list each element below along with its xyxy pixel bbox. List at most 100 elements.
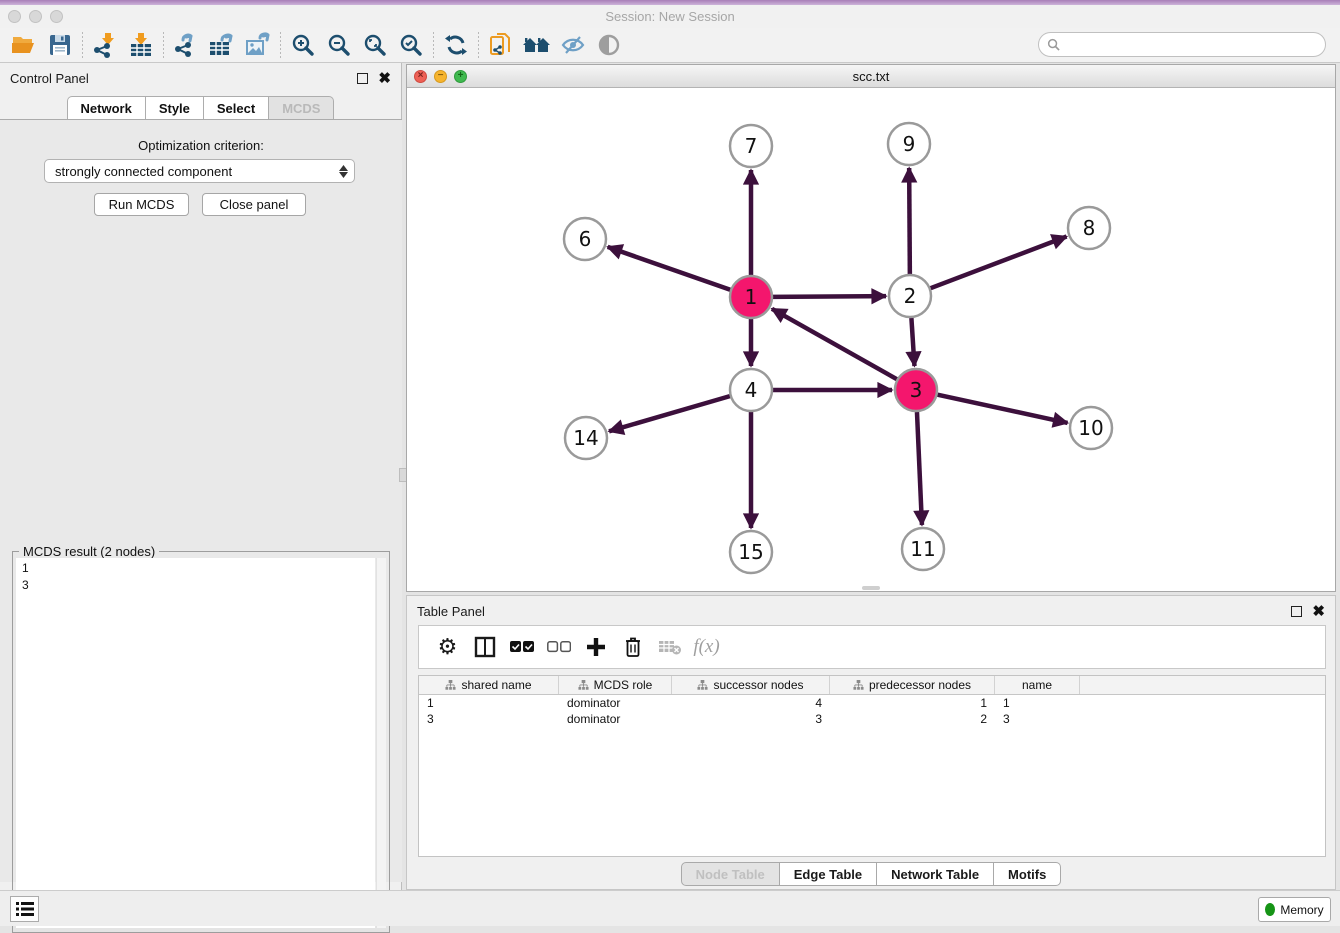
graph-edge-3-1[interactable] (772, 309, 897, 379)
cell-name[interactable]: 1 (995, 696, 1080, 710)
refresh-icon[interactable] (438, 30, 474, 60)
float-table-panel-icon[interactable] (1291, 606, 1302, 617)
tab-network-table[interactable]: Network Table (877, 862, 994, 886)
cell-mcds-role[interactable]: dominator (559, 712, 672, 726)
deselect-all-icon[interactable] (540, 629, 577, 665)
table-panel-title: Table Panel (417, 604, 485, 619)
tree-icon (697, 680, 708, 691)
graph-edge-3-10[interactable] (937, 395, 1067, 423)
table-panel: Table Panel ✖ ⚙ f(x) shared name (406, 595, 1336, 890)
graph-node-label: 4 (745, 378, 758, 402)
tab-edge-table[interactable]: Edge Table (780, 862, 877, 886)
column-header-name[interactable]: name (995, 676, 1080, 694)
table-toolbar: ⚙ f(x) (418, 625, 1326, 669)
tab-network[interactable]: Network (67, 96, 146, 119)
column-header-mcds-role[interactable]: MCDS role (559, 676, 672, 694)
toolbar-separator (163, 32, 164, 58)
mcds-result-group: MCDS result (2 nodes) 1 3 (12, 551, 390, 933)
graph-edge-3-11[interactable] (917, 412, 922, 525)
mcds-result-text[interactable]: 1 3 (16, 558, 375, 928)
control-panel: Control Panel ✖ Network Style Select MCD… (0, 63, 402, 890)
column-header-predecessor-nodes[interactable]: predecessor nodes (830, 676, 995, 694)
float-panel-icon[interactable] (357, 73, 368, 84)
result-scrollbar[interactable] (376, 558, 386, 928)
close-table-panel-icon[interactable]: ✖ (1312, 604, 1325, 619)
graph-edge-1-2[interactable] (773, 296, 886, 297)
graph-edge-2-9[interactable] (909, 168, 910, 274)
cell-predecessor-nodes[interactable]: 1 (830, 696, 995, 710)
hide-panel-eye-icon[interactable] (555, 30, 591, 60)
column-header-shared-name[interactable]: shared name (419, 676, 559, 694)
tree-icon (445, 680, 456, 691)
export-table-icon[interactable] (204, 30, 240, 60)
column-header-successor-nodes[interactable]: successor nodes (672, 676, 830, 694)
zoom-in-icon[interactable] (285, 30, 321, 60)
network-graph-canvas[interactable]: 7968124314101511 (407, 88, 1335, 591)
cell-shared-name[interactable]: 3 (419, 712, 559, 726)
mcds-result-title: MCDS result (2 nodes) (19, 544, 159, 559)
add-column-icon[interactable] (577, 629, 614, 665)
tab-select[interactable]: Select (204, 96, 269, 119)
zoom-out-icon[interactable] (321, 30, 357, 60)
cell-mcds-role[interactable]: dominator (559, 696, 672, 710)
export-image-icon[interactable] (240, 30, 276, 60)
tab-mcds[interactable]: MCDS (269, 96, 334, 119)
table-row[interactable]: 1 dominator 4 1 1 (419, 695, 1325, 711)
open-folder-icon[interactable] (6, 30, 42, 60)
tab-motifs[interactable]: Motifs (994, 862, 1061, 886)
graph-edge-4-14[interactable] (609, 396, 730, 431)
table-panel-header: Table Panel ✖ (407, 596, 1335, 626)
search-input[interactable] (1065, 38, 1325, 52)
toolbar-separator (433, 32, 434, 58)
control-panel-header: Control Panel ✖ (0, 63, 401, 93)
home-layout-icon[interactable] (519, 30, 555, 60)
cell-name[interactable]: 3 (995, 712, 1080, 726)
dropdown-stepper-icon (339, 165, 348, 178)
graph-edge-1-6[interactable] (608, 247, 731, 290)
import-table-icon[interactable] (123, 30, 159, 60)
tab-node-table[interactable]: Node Table (681, 862, 780, 886)
tree-icon (578, 680, 589, 691)
zoom-fit-icon[interactable] (357, 30, 393, 60)
graph-edge-2-8[interactable] (931, 237, 1067, 289)
graph-node-label: 10 (1078, 416, 1103, 440)
graph-edge-2-3[interactable] (911, 318, 914, 366)
new-network-from-selection-icon[interactable] (483, 30, 519, 60)
show-panel-eye-icon[interactable] (591, 30, 627, 60)
close-panel-button[interactable]: Close panel (202, 193, 306, 216)
control-panel-tabs: Network Style Select MCDS (0, 96, 401, 119)
optimization-criterion-label: Optimization criterion: (0, 138, 402, 153)
criterion-dropdown[interactable]: strongly connected component (44, 159, 355, 183)
search-field[interactable] (1038, 32, 1326, 57)
criterion-value: strongly connected component (55, 164, 232, 179)
network-hscroll-thumb[interactable] (862, 586, 880, 590)
import-network-icon[interactable] (87, 30, 123, 60)
list-icon (16, 901, 34, 917)
tab-style[interactable]: Style (146, 96, 204, 119)
table-row[interactable]: 3 dominator 3 2 3 (419, 711, 1325, 727)
graph-node-label: 2 (904, 284, 917, 308)
save-icon[interactable] (42, 30, 78, 60)
task-history-button[interactable] (10, 896, 39, 922)
delete-column-trash-icon[interactable] (614, 629, 651, 665)
column-layout-icon[interactable] (466, 629, 503, 665)
search-icon (1047, 38, 1060, 51)
memory-button[interactable]: Memory (1258, 897, 1331, 922)
table-header-row: shared name MCDS role successor nodes pr… (419, 676, 1325, 695)
graph-node-label: 11 (910, 537, 935, 561)
cell-shared-name[interactable]: 1 (419, 696, 559, 710)
control-panel-title: Control Panel (10, 71, 89, 86)
delete-table-icon[interactable] (651, 629, 688, 665)
network-window-titlebar[interactable]: × − + scc.txt (407, 65, 1335, 88)
graph-node-label: 7 (745, 134, 758, 158)
function-builder-icon[interactable]: f(x) (688, 629, 725, 665)
cell-successor-nodes[interactable]: 3 (672, 712, 830, 726)
table-settings-gear-icon[interactable]: ⚙ (429, 629, 466, 665)
run-mcds-button[interactable]: Run MCDS (94, 193, 189, 216)
export-network-icon[interactable] (168, 30, 204, 60)
cell-predecessor-nodes[interactable]: 2 (830, 712, 995, 726)
select-all-icon[interactable] (503, 629, 540, 665)
cell-successor-nodes[interactable]: 4 (672, 696, 830, 710)
zoom-selected-icon[interactable] (393, 30, 429, 60)
close-panel-icon[interactable]: ✖ (378, 71, 391, 86)
